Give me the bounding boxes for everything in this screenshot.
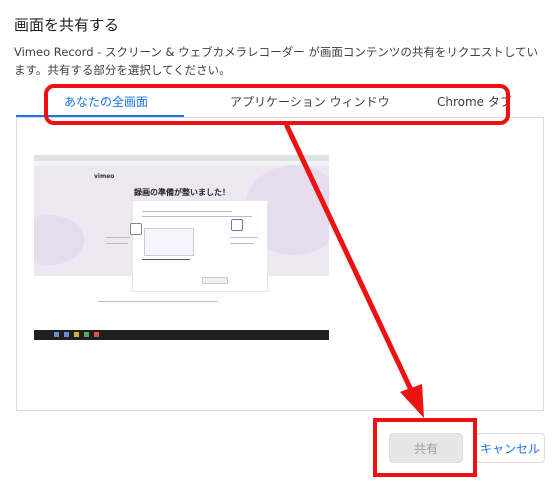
- dialog-title: 画面を共有する: [14, 16, 120, 34]
- thumbnail-camera-icon: [231, 219, 243, 231]
- thumbnail-heading: 録画の準備が整いました！: [134, 188, 230, 197]
- thumbnail-text-line: [106, 237, 130, 238]
- thumbnail-footer-text: [98, 301, 218, 302]
- thumbnail-text-line: [142, 216, 252, 217]
- annotation-tabs-highlight: [44, 84, 510, 125]
- thumbnail-text-line: [142, 259, 190, 260]
- thumbnail-inner-preview: [144, 228, 194, 256]
- thumbnail-text-line: [106, 243, 128, 244]
- thumbnail-mic-icon: [130, 223, 142, 235]
- thumbnail-taskbar-icon: [84, 332, 89, 337]
- thumbnail-vimeo-logo: vimeo: [94, 173, 115, 180]
- thumbnail-button: [202, 277, 228, 284]
- thumbnail-text-line: [230, 237, 258, 238]
- thumbnail-taskbar-icon: [94, 332, 99, 337]
- thumbnail-taskbar-icon: [64, 332, 69, 337]
- cancel-button[interactable]: キャンセル: [475, 433, 545, 463]
- annotation-share-highlight: [373, 418, 477, 477]
- share-screen-dialog: 画面を共有する Vimeo Record - スクリーン & ウェブカメラレコー…: [0, 0, 560, 481]
- thumbnail-taskbar-icon: [74, 332, 79, 337]
- thumbnail-text-line: [142, 211, 232, 212]
- thumbnail-taskbar-icon: [54, 332, 59, 337]
- dialog-description: Vimeo Record - スクリーン & ウェブカメラレコーダー が画面コン…: [14, 45, 538, 77]
- screen-thumbnail[interactable]: vimeo 録画の準備が整いました！: [34, 155, 329, 340]
- thumbnail-text-line: [230, 243, 254, 244]
